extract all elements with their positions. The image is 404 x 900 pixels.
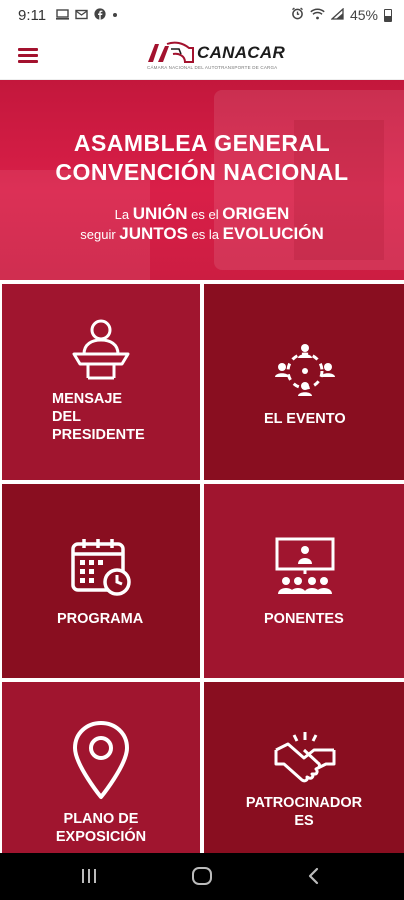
menu-grid: MENSAJE DEL PRESIDENTE EL EVENTO PROGRAM… bbox=[0, 280, 404, 853]
label-line: DEL bbox=[52, 409, 81, 425]
status-time: 9:11 bbox=[18, 7, 47, 24]
tile-mensaje-presidente[interactable]: MENSAJE DEL PRESIDENTE bbox=[2, 284, 200, 480]
hero-title-line2: CONVENCIÓN NACIONAL bbox=[55, 159, 349, 185]
logo-subtitle: CÁMARA NACIONAL DEL AUTOTRANSPORTE DE CA… bbox=[147, 65, 278, 70]
network-people-icon bbox=[275, 344, 335, 396]
tagline-word: es la bbox=[191, 227, 220, 242]
tagline-word: es el bbox=[191, 207, 219, 222]
tile-programa[interactable]: PROGRAMA bbox=[2, 484, 200, 678]
tile-label: PATROCINADOR ES bbox=[204, 794, 404, 830]
system-navigation-bar bbox=[0, 853, 404, 900]
screen-icon bbox=[56, 8, 69, 23]
tile-label: MENSAJE DEL PRESIDENTE bbox=[52, 390, 145, 444]
recent-apps-icon[interactable] bbox=[80, 865, 98, 887]
tagline-word: ORIGEN bbox=[222, 204, 290, 223]
hero-title-line1: ASAMBLEA GENERAL bbox=[73, 130, 331, 156]
system-status: 45% bbox=[291, 7, 392, 23]
calendar-clock-icon bbox=[71, 539, 131, 596]
dot-icon bbox=[112, 9, 118, 23]
hero-banner: ASAMBLEA GENERAL CONVENCIÓN NACIONAL La … bbox=[0, 80, 404, 280]
label-line: MENSAJE bbox=[52, 391, 123, 407]
home-icon[interactable] bbox=[191, 865, 213, 887]
facebook-icon bbox=[94, 8, 106, 23]
mail-icon bbox=[75, 9, 88, 23]
label-line: PLANO DE bbox=[63, 811, 139, 827]
alarm-icon bbox=[291, 7, 304, 23]
tile-ponentes[interactable]: PONENTES bbox=[204, 484, 404, 678]
canacar-logo: CANACAR CÁMARA NACIONAL DEL AUTOTRANSPOR… bbox=[145, 38, 285, 74]
tagline-word: EVOLUCIÓN bbox=[222, 224, 324, 243]
battery-icon bbox=[384, 8, 392, 22]
label-line: ES bbox=[294, 813, 314, 829]
label-line: PRESIDENTE bbox=[52, 427, 145, 443]
speaker-audience-icon bbox=[275, 537, 335, 594]
hero-tagline-line1: La UNIÓN es el ORIGEN bbox=[0, 204, 404, 224]
app-header: CANACAR CÁMARA NACIONAL DEL AUTOTRANSPOR… bbox=[0, 32, 404, 80]
map-pin-icon bbox=[73, 721, 129, 799]
tile-label: PLANO DE EXPOSICIÓN bbox=[2, 810, 200, 846]
presenter-podium-icon bbox=[72, 319, 130, 380]
handshake-icon bbox=[274, 732, 336, 783]
wifi-icon bbox=[310, 7, 325, 23]
hero-tagline-line2: seguir JUNTOS es la EVOLUCIÓN bbox=[0, 224, 404, 244]
tile-label: EL EVENTO bbox=[264, 411, 346, 427]
tile-label: PROGRAMA bbox=[57, 611, 144, 627]
tile-patrocinadores[interactable]: PATROCINADOR ES bbox=[204, 682, 404, 853]
tile-label: PONENTES bbox=[264, 611, 344, 627]
label-line: EXPOSICIÓN bbox=[55, 829, 147, 845]
signal-icon bbox=[330, 7, 344, 23]
notification-icons bbox=[56, 8, 118, 23]
truck-logo-icon bbox=[148, 41, 194, 63]
tile-plano-exposicion[interactable]: PLANO DE EXPOSICIÓN bbox=[2, 682, 200, 853]
status-bar: 9:11 45% bbox=[0, 0, 404, 32]
back-icon[interactable] bbox=[306, 865, 322, 887]
tagline-word: La bbox=[114, 207, 130, 222]
logo-wordmark: CANACAR bbox=[197, 43, 286, 62]
tagline-word: UNIÓN bbox=[132, 204, 188, 223]
tagline-word: JUNTOS bbox=[119, 224, 188, 243]
battery-percent: 45% bbox=[349, 7, 378, 23]
tile-el-evento[interactable]: EL EVENTO bbox=[204, 284, 404, 480]
menu-icon[interactable] bbox=[18, 47, 38, 63]
tagline-word: seguir bbox=[80, 227, 116, 242]
label-line: PATROCINADOR bbox=[245, 795, 363, 811]
